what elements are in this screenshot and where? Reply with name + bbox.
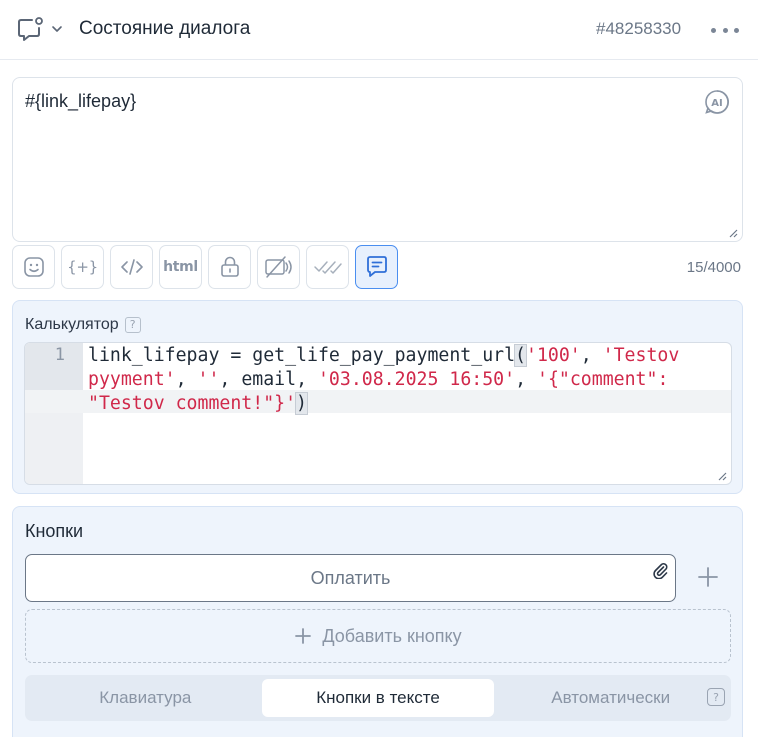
- button-mode-switch: Клавиатура Кнопки в тексте Автоматически…: [25, 675, 731, 721]
- emoji-button[interactable]: [12, 245, 55, 289]
- code-token-paren: (: [514, 344, 527, 367]
- comment-button[interactable]: [355, 245, 398, 289]
- add-row-plus-icon[interactable]: [696, 565, 720, 589]
- message-textarea[interactable]: #{link_lifepay} AI: [12, 77, 743, 242]
- mode-inline-buttons[interactable]: Кнопки в тексте: [261, 679, 495, 717]
- ai-label: AI: [711, 98, 722, 109]
- code-icon: [120, 259, 143, 275]
- read-receipt-icon: [313, 261, 342, 274]
- ai-icon[interactable]: AI: [704, 89, 730, 115]
- code-token: , email,: [219, 369, 318, 390]
- line-number: 1: [54, 345, 65, 365]
- no-preview-button[interactable]: [257, 245, 300, 289]
- chat-bubble-icon[interactable]: [16, 17, 44, 43]
- buttons-panel: Кнопки Оплатить Добавить кнопку Клавиату…: [12, 506, 743, 737]
- char-counter: 15/4000: [686, 259, 741, 276]
- code-editor[interactable]: 1 link_lifepay = get_life_pay_payment_ur…: [24, 342, 732, 485]
- header: Состояние диалога #48258330: [0, 0, 758, 60]
- code-token: ,: [175, 369, 198, 390]
- code-button[interactable]: [110, 245, 153, 289]
- formatting-toolbar: {+} html: [12, 245, 398, 289]
- help-icon[interactable]: ?: [707, 688, 725, 706]
- code-token-paren: ): [295, 392, 308, 415]
- code-token-string: '{"comment":: [537, 369, 669, 390]
- html-button[interactable]: html: [159, 245, 202, 289]
- code-token-string: '100': [526, 345, 581, 366]
- read-receipt-button[interactable]: [306, 245, 349, 289]
- pay-button[interactable]: Оплатить: [25, 554, 676, 602]
- variable-button[interactable]: {+}: [61, 245, 104, 289]
- code-token-string: 'Testov: [602, 345, 680, 366]
- buttons-title: Кнопки: [25, 521, 84, 541]
- emoji-icon: [23, 257, 44, 277]
- plus-icon: [295, 628, 312, 644]
- code-token-string: pyyment': [88, 369, 176, 390]
- code-token-string: '': [197, 369, 220, 390]
- html-label: html: [163, 259, 198, 275]
- resize-handle-icon[interactable]: [717, 471, 727, 481]
- calculator-panel: Калькулятор? 1 link_lifepay = get_life_p…: [12, 300, 743, 494]
- add-button-label: Добавить кнопку: [322, 625, 462, 646]
- lock-button[interactable]: [208, 245, 251, 289]
- code-token: link_lifepay = get_life_pay_payment_url: [88, 345, 516, 366]
- resize-handle-icon[interactable]: [728, 228, 738, 238]
- paperclip-icon[interactable]: [651, 561, 669, 579]
- code-token-string: "Testov comment!"}': [88, 393, 297, 414]
- chevron-down-icon[interactable]: [50, 22, 64, 36]
- dialog-id[interactable]: #48258330: [596, 19, 681, 39]
- help-icon[interactable]: ?: [124, 316, 141, 333]
- mode-automatic[interactable]: Автоматически: [494, 679, 727, 717]
- code-token: ,: [580, 345, 603, 366]
- mode-keyboard[interactable]: Клавиатура: [29, 679, 262, 717]
- message-text[interactable]: #{link_lifepay}: [25, 91, 136, 112]
- no-preview-icon: [264, 256, 292, 278]
- calculator-label: Калькулятор?: [25, 316, 141, 334]
- code-text[interactable]: link_lifepay = get_life_pay_payment_url(…: [88, 344, 728, 416]
- add-button-button[interactable]: Добавить кнопку: [25, 609, 731, 663]
- variable-icon: {+}: [67, 258, 98, 276]
- code-token-string: '03.08.2025 16:50': [317, 369, 516, 390]
- page-title: Состояние диалога: [79, 18, 251, 39]
- lock-icon: [220, 256, 239, 277]
- more-dots-icon[interactable]: [708, 20, 742, 40]
- calculator-title: Калькулятор: [25, 316, 119, 333]
- comment-icon: [366, 256, 387, 277]
- pay-button-label: Оплатить: [310, 567, 391, 588]
- code-token: ,: [515, 369, 537, 390]
